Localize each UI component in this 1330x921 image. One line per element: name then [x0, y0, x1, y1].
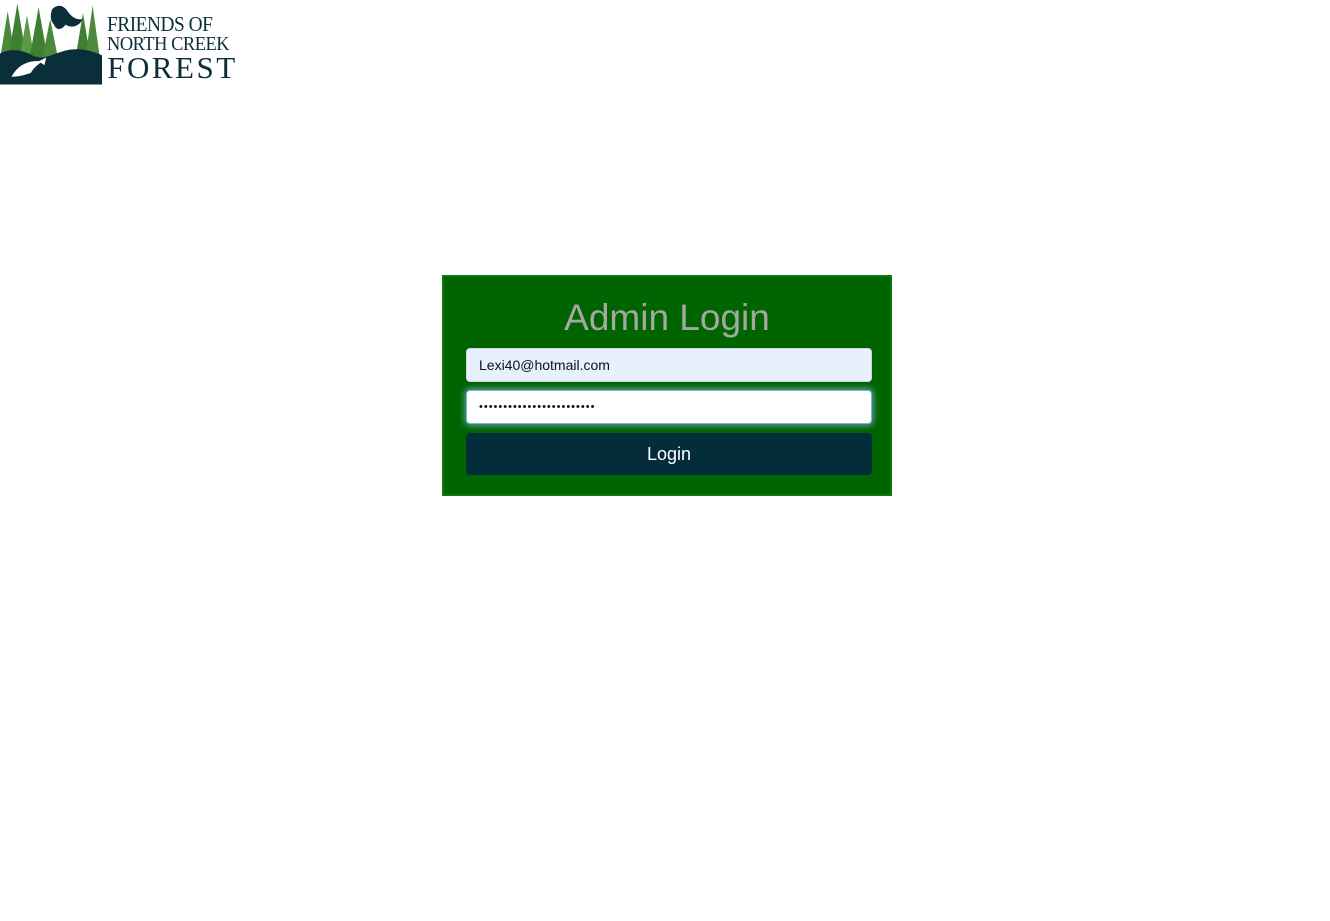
site-logo[interactable]: FRIENDS OF NORTH CREEK FOREST — [0, 0, 240, 86]
login-button[interactable]: Login — [466, 433, 872, 475]
email-field[interactable] — [466, 348, 872, 382]
page: FRIENDS OF NORTH CREEK FOREST Admin Logi… — [0, 0, 1330, 921]
login-panel: Admin Login Login — [442, 275, 892, 496]
login-title: Admin Login — [564, 297, 770, 338]
password-field[interactable] — [466, 390, 872, 424]
logo-line-forest: FOREST — [107, 50, 238, 85]
forest-logo-icon — [0, 3, 103, 85]
logo-line-friends-of: FRIENDS OF — [107, 12, 213, 36]
logo-text: FRIENDS OF NORTH CREEK FOREST — [107, 12, 240, 85]
logo-line-north-creek: NORTH CREEK — [107, 33, 230, 55]
